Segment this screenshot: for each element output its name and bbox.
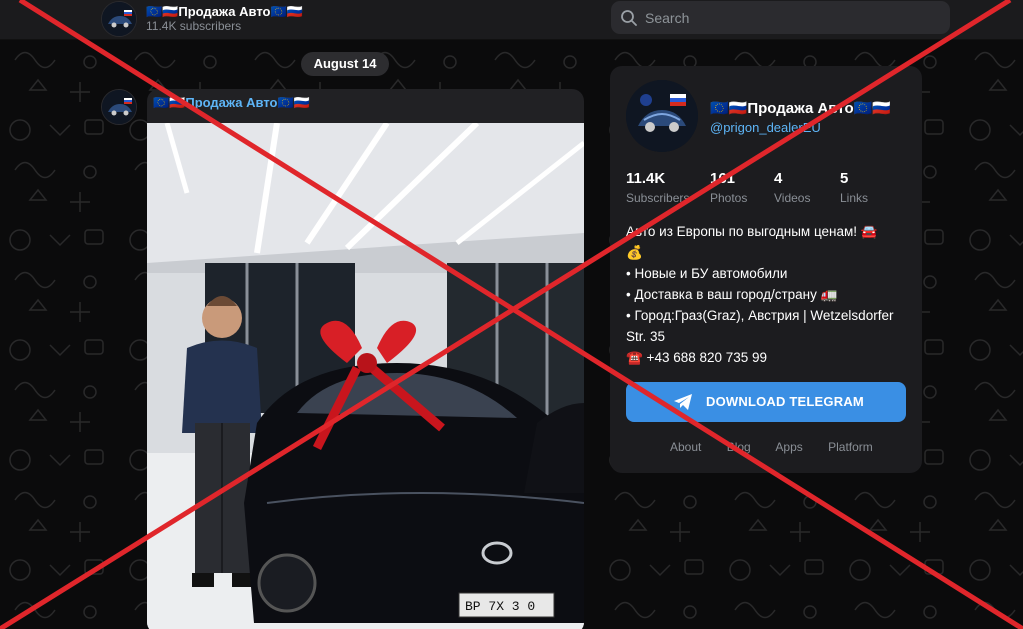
footer-link-blog[interactable]: Blog <box>727 440 751 454</box>
stat-photos[interactable]: 161 Photos <box>710 170 747 205</box>
description-line: • Новые и БУ автомобили <box>626 266 788 281</box>
channel-avatar[interactable] <box>101 1 137 37</box>
stat-videos[interactable]: 4 Videos <box>774 170 810 205</box>
stat-value: 161 <box>710 170 736 187</box>
channel-info-title: 🇪🇺🇷🇺Продажа Авто🇪🇺🇷🇺 <box>710 100 891 117</box>
top-header-bar: 🇪🇺🇷🇺Продажа Авто🇪🇺🇷🇺 11.4K subscribers <box>0 0 1023 40</box>
subscriber-count: 11.4K subscribers <box>146 19 242 33</box>
stat-subscribers[interactable]: 11.4K Subscribers <box>626 170 689 205</box>
stat-label: Subscribers <box>626 191 690 205</box>
stat-label: Photos <box>710 191 748 205</box>
description-line: 💰 <box>626 245 643 260</box>
search-icon <box>621 10 637 26</box>
stat-label: Videos <box>774 191 811 205</box>
channel-info-card: 🇪🇺🇷🇺Продажа Авто🇪🇺🇷🇺 @prigon_dealerEU 11… <box>610 66 922 473</box>
car-logo-icon <box>102 2 136 36</box>
footer-link-about[interactable]: About <box>670 440 701 454</box>
stat-label: Links <box>840 191 869 205</box>
stat-links[interactable]: 5 Links <box>840 170 868 205</box>
search-input[interactable] <box>645 8 935 28</box>
car-logo-icon <box>626 80 698 152</box>
search-box[interactable] <box>611 1 950 34</box>
stat-value: 4 <box>774 170 783 187</box>
description-line: Str. 35 <box>626 329 666 344</box>
license-plate: ВР 7Х 3 0 <box>465 599 535 614</box>
stat-value: 11.4K <box>626 170 666 187</box>
download-telegram-label: DOWNLOAD TELEGRAM <box>706 394 864 409</box>
channel-post: 🇪🇺🇷🇺Продажа Авто🇪🇺🇷🇺 ВР 7Х 3 0 <box>147 89 584 629</box>
post-photo[interactable]: ВР 7Х 3 0 <box>147 123 584 629</box>
footer-link-platform[interactable]: Platform <box>828 440 873 454</box>
footer-link-apps[interactable]: Apps <box>775 440 802 454</box>
description-phone[interactable]: ☎️ +43 688 820 735 99 <box>626 347 916 368</box>
channel-description: Авто из Европы по выгодным ценам! 🚘 💰 • … <box>626 221 916 368</box>
post-author-avatar[interactable] <box>101 89 137 125</box>
channel-info-avatar[interactable] <box>626 80 698 152</box>
date-separator: August 14 <box>301 52 389 76</box>
footer-links: About Blog Apps Platform <box>670 440 895 454</box>
channel-handle-link[interactable]: @prigon_dealerEU <box>710 120 821 135</box>
channel-title[interactable]: 🇪🇺🇷🇺Продажа Авто🇪🇺🇷🇺 <box>146 4 303 20</box>
description-line: Авто из Европы по выгодным ценам! 🚘 <box>626 224 878 239</box>
stat-value: 5 <box>840 170 849 187</box>
telegram-plane-icon <box>674 394 692 410</box>
channel-stats: 11.4K Subscribers 161 Photos 4 Videos 5 … <box>626 170 916 210</box>
post-author-name[interactable]: 🇪🇺🇷🇺Продажа Авто🇪🇺🇷🇺 <box>153 95 310 111</box>
description-line: • Город:Граз(Graz), Австрия | Wetzelsdor… <box>626 308 894 323</box>
description-line: • Доставка в ваш город/страну 🚛 <box>626 287 838 302</box>
download-telegram-button[interactable]: DOWNLOAD TELEGRAM <box>626 382 906 422</box>
